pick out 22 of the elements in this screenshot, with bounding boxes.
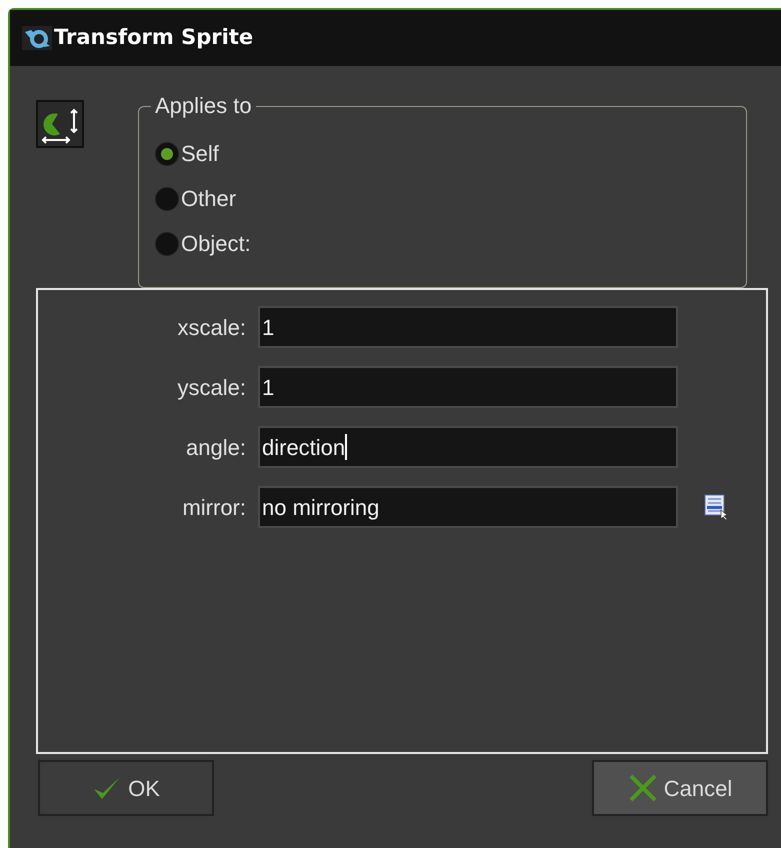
window-title: Transform Sprite [54, 24, 254, 52]
app-logo-icon [22, 26, 52, 50]
radio-button[interactable] [155, 186, 179, 210]
input-field[interactable]: 1 [258, 366, 678, 408]
radio-label: Object: [181, 230, 251, 258]
field-label: yscale: [176, 374, 247, 402]
radio-label: Self [181, 140, 219, 168]
checkmark-icon [92, 775, 122, 801]
input-field[interactable]: 1 [258, 306, 678, 348]
transform-sprite-icon [36, 100, 84, 148]
menu-list-icon[interactable] [704, 494, 728, 520]
close-icon [628, 773, 658, 803]
field-label: angle: [185, 434, 247, 462]
radio-label: Other [181, 185, 236, 213]
input-field[interactable]: no mirroring [258, 486, 678, 528]
field-label: xscale: [176, 314, 247, 342]
field-label: mirror: [181, 494, 247, 522]
radio-button[interactable] [155, 232, 179, 256]
radio-button[interactable] [155, 142, 179, 166]
input-field[interactable]: direction [258, 426, 678, 468]
ok-button[interactable]: OK [38, 760, 214, 816]
cancel-button[interactable]: Cancel [592, 760, 768, 816]
